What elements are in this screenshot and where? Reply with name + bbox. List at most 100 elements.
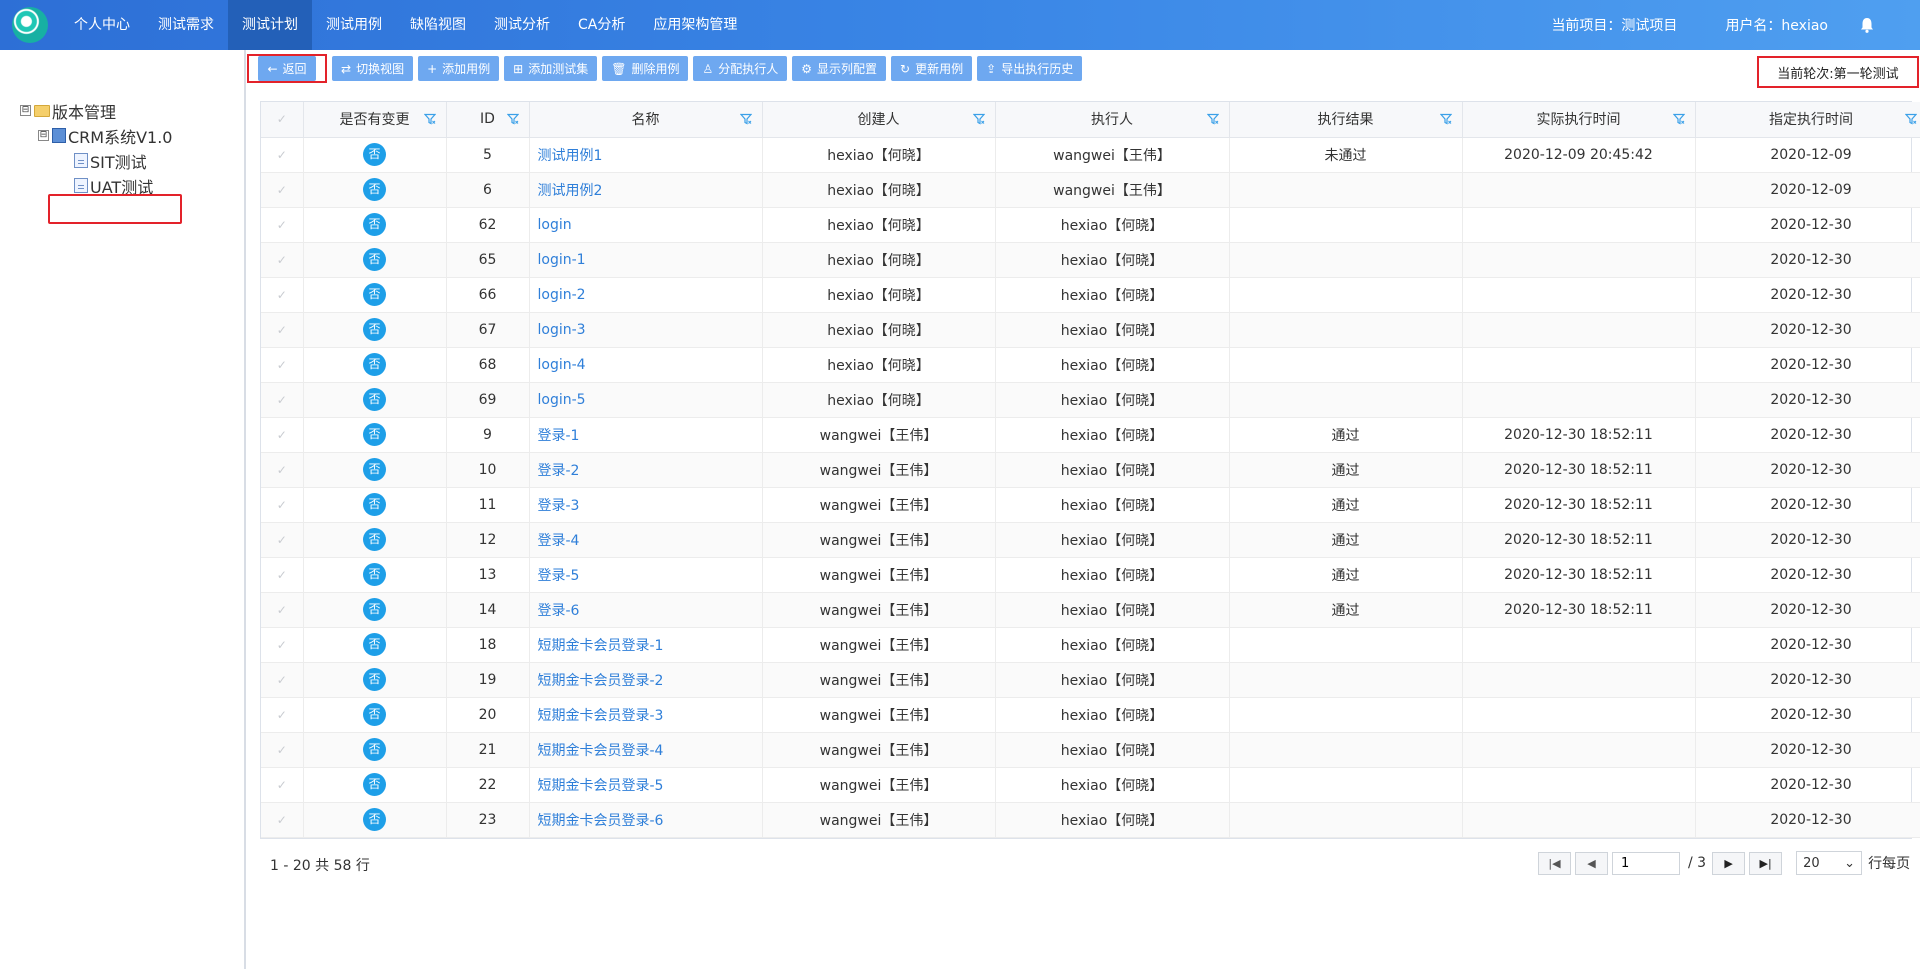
case-name-link[interactable]: 短期金卡会员登录-3 — [529, 697, 763, 733]
row-checkbox[interactable]: ✓ — [261, 417, 304, 453]
bell-icon[interactable] — [1858, 16, 1876, 34]
table-row[interactable]: ✓ 否 66 login-2 hexiao【何晓】 hexiao【何晓】 2020-12-3… — [261, 277, 1920, 313]
row-checkbox[interactable]: ✓ — [261, 522, 304, 558]
table-row[interactable]: ✓ 否 18 短期金卡会员登录-1 wangwei【王伟】 hexiao【何晓】 2020-… — [261, 627, 1920, 663]
case-name-link[interactable]: 短期金卡会员登录-2 — [529, 662, 763, 698]
table-row[interactable]: ✓ 否 11 登录-3 wangwei【王伟】 hexiao【何晓】 通过 2020-12-3… — [261, 487, 1920, 523]
case-name-link[interactable]: 短期金卡会员登录-6 — [529, 802, 763, 838]
case-name-link[interactable]: 测试用例1 — [529, 137, 763, 173]
row-checkbox[interactable]: ✓ — [261, 137, 304, 173]
filter-icon[interactable] — [1672, 113, 1685, 125]
filter-icon[interactable] — [506, 113, 519, 125]
case-name-link[interactable]: login-4 — [529, 347, 763, 383]
filter-icon[interactable] — [1206, 113, 1219, 125]
tree-node[interactable]: UAT测试 — [20, 173, 173, 198]
case-name-link[interactable]: login-2 — [529, 277, 763, 313]
case-name-link[interactable]: 登录-5 — [529, 557, 763, 593]
page-size-select[interactable]: 20 ⌄ — [1796, 851, 1863, 875]
nav-item-5[interactable]: 测试分析 — [480, 0, 564, 50]
filter-icon[interactable] — [423, 113, 436, 125]
table-row[interactable]: ✓ 否 69 login-5 hexiao【何晓】 hexiao【何晓】 2020-12-3… — [261, 382, 1920, 418]
nav-item-6[interactable]: CA分析 — [564, 0, 639, 50]
table-row[interactable]: ✓ 否 6 测试用例2 hexiao【何晓】 wangwei【王伟】 2020-12-09 — [261, 172, 1920, 208]
table-row[interactable]: ✓ 否 14 登录-6 wangwei【王伟】 hexiao【何晓】 通过 2020-12-3… — [261, 592, 1920, 628]
collapse-toggle-icon[interactable]: ⊟ — [20, 105, 31, 116]
table-row[interactable]: ✓ 否 9 登录-1 wangwei【王伟】 hexiao【何晓】 通过 2020-12-30… — [261, 417, 1920, 453]
row-checkbox[interactable]: ✓ — [261, 732, 304, 768]
table-row[interactable]: ✓ 否 62 login hexiao【何晓】 hexiao【何晓】 2020-12-30 — [261, 207, 1920, 243]
case-name-link[interactable]: 短期金卡会员登录-5 — [529, 767, 763, 803]
row-checkbox[interactable]: ✓ — [261, 277, 304, 313]
nav-item-3[interactable]: 测试用例 — [312, 0, 396, 50]
table-row[interactable]: ✓ 否 12 登录-4 wangwei【王伟】 hexiao【何晓】 通过 2020-12-3… — [261, 522, 1920, 558]
table-row[interactable]: ✓ 否 20 短期金卡会员登录-3 wangwei【王伟】 hexiao【何晓】 2020-… — [261, 697, 1920, 733]
case-name-link[interactable]: login-1 — [529, 242, 763, 278]
toolbar-button-8[interactable]: ⇪ 导出执行历史 — [977, 56, 1083, 81]
tree-node[interactable]: SIT测试 — [20, 148, 173, 173]
username[interactable]: 用户名：hexiao — [1725, 15, 1828, 35]
table-row[interactable]: ✓ 否 13 登录-5 wangwei【王伟】 hexiao【何晓】 通过 2020-12-3… — [261, 557, 1920, 593]
row-checkbox[interactable]: ✓ — [261, 242, 304, 278]
filter-icon[interactable] — [1439, 113, 1452, 125]
row-checkbox[interactable]: ✓ — [261, 627, 304, 663]
case-name-link[interactable]: 短期金卡会员登录-4 — [529, 732, 763, 768]
case-name-link[interactable]: 短期金卡会员登录-1 — [529, 627, 763, 663]
toolbar-button-5[interactable]: ♙ 分配执行人 — [693, 56, 788, 81]
row-checkbox[interactable]: ✓ — [261, 802, 304, 838]
case-name-link[interactable]: login-3 — [529, 312, 763, 348]
case-name-link[interactable]: 登录-3 — [529, 487, 763, 523]
nav-item-0[interactable]: 个人中心 — [60, 0, 144, 50]
table-row[interactable]: ✓ 否 65 login-1 hexiao【何晓】 hexiao【何晓】 2020-12-3… — [261, 242, 1920, 278]
row-checkbox[interactable]: ✓ — [261, 382, 304, 418]
table-row[interactable]: ✓ 否 10 登录-2 wangwei【王伟】 hexiao【何晓】 通过 2020-12-3… — [261, 452, 1920, 488]
tree-node[interactable]: ⊟ CRM系统V1.0 — [20, 123, 173, 148]
nav-item-7[interactable]: 应用架构管理 — [639, 0, 751, 50]
toolbar-button-0[interactable]: ← 返回 — [258, 56, 316, 81]
row-checkbox[interactable]: ✓ — [261, 767, 304, 803]
app-logo[interactable] — [0, 0, 60, 50]
select-all-checkbox[interactable]: ✓ — [261, 102, 304, 138]
table-row[interactable]: ✓ 否 23 短期金卡会员登录-6 wangwei【王伟】 hexiao【何晓】 2020-… — [261, 802, 1920, 838]
table-row[interactable]: ✓ 否 5 测试用例1 hexiao【何晓】 wangwei【王伟】 未通过 2020-12-… — [261, 137, 1920, 173]
nav-item-4[interactable]: 缺陷视图 — [396, 0, 480, 50]
current-project[interactable]: 当前项目：测试项目 — [1551, 15, 1677, 35]
row-checkbox[interactable]: ✓ — [261, 592, 304, 628]
case-name-link[interactable]: 登录-1 — [529, 417, 763, 453]
row-checkbox[interactable]: ✓ — [261, 557, 304, 593]
prev-page-button[interactable]: ◀ — [1575, 851, 1608, 875]
row-checkbox[interactable]: ✓ — [261, 312, 304, 348]
row-checkbox[interactable]: ✓ — [261, 452, 304, 488]
table-row[interactable]: ✓ 否 22 短期金卡会员登录-5 wangwei【王伟】 hexiao【何晓】 2020-… — [261, 767, 1920, 803]
next-page-button[interactable]: ▶ — [1712, 851, 1746, 875]
toolbar-button-3[interactable]: ⊞ 添加测试集 — [504, 56, 598, 81]
table-row[interactable]: ✓ 否 21 短期金卡会员登录-4 wangwei【王伟】 hexiao【何晓】 2020-… — [261, 732, 1920, 768]
last-page-button[interactable]: ▶| — [1749, 851, 1783, 875]
table-row[interactable]: ✓ 否 67 login-3 hexiao【何晓】 hexiao【何晓】 2020-12-3… — [261, 312, 1920, 348]
page-number-input[interactable] — [1612, 851, 1680, 875]
nav-item-1[interactable]: 测试需求 — [144, 0, 228, 50]
filter-icon[interactable] — [972, 113, 985, 125]
nav-item-2[interactable]: 测试计划 — [228, 0, 312, 50]
row-checkbox[interactable]: ✓ — [261, 347, 304, 383]
row-checkbox[interactable]: ✓ — [261, 487, 304, 523]
case-name-link[interactable]: login-5 — [529, 382, 763, 418]
toolbar-button-4[interactable]: 🗑 删除用例 — [602, 56, 689, 81]
table-row[interactable]: ✓ 否 68 login-4 hexiao【何晓】 hexiao【何晓】 2020-12-3… — [261, 347, 1920, 383]
case-name-link[interactable]: 登录-2 — [529, 452, 763, 488]
case-name-link[interactable]: login — [529, 207, 763, 243]
case-name-link[interactable]: 登录-4 — [529, 522, 763, 558]
filter-icon[interactable] — [1904, 113, 1917, 125]
filter-icon[interactable] — [739, 113, 752, 125]
toolbar-button-6[interactable]: ⚙ 显示列配置 — [792, 56, 887, 81]
case-name-link[interactable]: 测试用例2 — [529, 172, 763, 208]
table-row[interactable]: ✓ 否 19 短期金卡会员登录-2 wangwei【王伟】 hexiao【何晓】 2020-… — [261, 662, 1920, 698]
first-page-button[interactable]: |◀ — [1538, 851, 1571, 875]
toolbar-button-7[interactable]: ↻ 更新用例 — [891, 56, 973, 81]
collapse-toggle-icon[interactable]: ⊟ — [38, 130, 49, 141]
row-checkbox[interactable]: ✓ — [261, 697, 304, 733]
case-name-link[interactable]: 登录-6 — [529, 592, 763, 628]
tree-node[interactable]: ⊟ 版本管理 — [20, 98, 173, 123]
toolbar-button-1[interactable]: ⇄ 切换视图 — [332, 56, 414, 81]
row-checkbox[interactable]: ✓ — [261, 172, 304, 208]
toolbar-button-2[interactable]: + 添加用例 — [418, 56, 500, 81]
